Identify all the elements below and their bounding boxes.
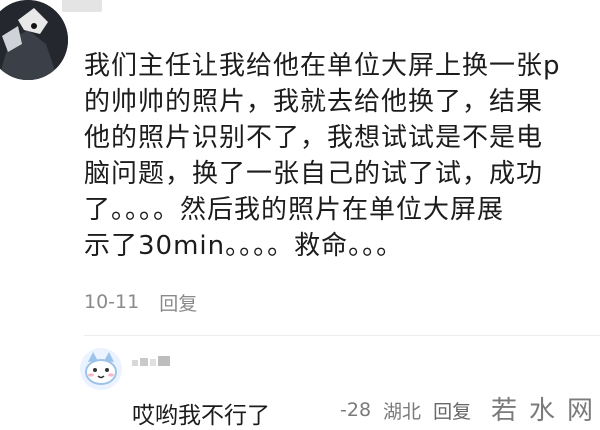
dark-anime-avatar-icon (0, 0, 68, 80)
site-watermark: 若水网 (491, 396, 600, 426)
comment-line: 的帅帅的照片，我就去给他换了，结果 (84, 87, 544, 117)
reply-to-reply-button[interactable]: 回复 (433, 397, 471, 424)
comment-date: 10-11 (84, 291, 140, 313)
commenter-avatar[interactable] (0, 0, 68, 80)
reply-location: 湖北 (383, 400, 422, 423)
cartoon-cat-avatar-icon (80, 348, 122, 390)
header-fragment (62, 0, 102, 12)
reply-date: -28 (340, 399, 372, 421)
comment-line: 示了30min。。。。救命。。。 (84, 231, 404, 261)
comment-meta: 10-11 回复 (84, 288, 197, 316)
reply-text: 哎哟我不行了 (132, 403, 270, 429)
redacted-username (132, 356, 170, 366)
comment-line: 脑问题，换了一张自己的试了试，成功 (84, 159, 544, 189)
reply-button[interactable]: 回复 (159, 289, 197, 316)
divider (84, 335, 600, 336)
reply-avatar[interactable] (80, 348, 122, 390)
comment-line: 我们主任让我给他在单位大屏上换一张p (84, 51, 561, 81)
comment-line: 了。。。。然后我的照片在单位大屏展 (84, 195, 505, 225)
reply-meta: -28 湖北 回复 (340, 396, 471, 424)
comment-body: 我们主任让我给他在单位大屏上换一张p 的帅帅的照片，我就去给他换了，结果 他的照… (84, 48, 584, 264)
comment-line: 他的照片识别不了，我想试试是不是电 (84, 123, 544, 153)
